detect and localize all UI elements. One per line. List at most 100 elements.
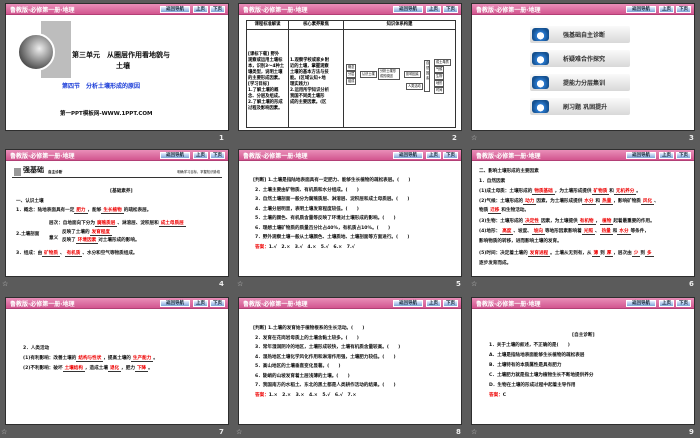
text: 、 xyxy=(654,199,659,204)
back-nav-button[interactable]: 返回导航 xyxy=(393,6,423,13)
animation-icon[interactable]: ☆ xyxy=(471,280,477,288)
next-page-button[interactable]: 下页 xyxy=(676,6,691,13)
animation-icon[interactable]: ☆ xyxy=(237,280,243,288)
next-page-button[interactable]: 下页 xyxy=(210,6,225,13)
prev-page-button[interactable]: 上页 xyxy=(193,300,208,307)
table-header: 核心素养聚焦 xyxy=(288,20,344,30)
prev-page-button[interactable]: 上页 xyxy=(426,6,441,13)
slide-header-bar: 鲁教版·必修第一册·地理 返回导航 上页 下页 xyxy=(6,150,228,161)
next-page-button[interactable]: 下页 xyxy=(443,152,458,159)
next-page-button[interactable]: 下页 xyxy=(210,300,225,307)
menu-item-2[interactable]: 析疑难合作探究 xyxy=(530,50,630,67)
text-line: 1．概念：陆地表面具有一定 肥力 ，能够 生长植物 的疏松表层。 xyxy=(16,208,152,214)
header-title: 鲁教版·必修第一册·地理 xyxy=(10,301,75,308)
back-nav-button[interactable]: 返回导航 xyxy=(160,152,190,159)
slide-thumbnail-6[interactable]: 鲁教版·必修第一册·地理 返回导航 上页 下页 二、影响土壤形成的主要因素 1．自… xyxy=(471,149,695,277)
text-line: 2.土壤剖面 xyxy=(16,232,40,237)
heading: [自主诊断] xyxy=(572,333,595,338)
next-page-button[interactable]: 下页 xyxy=(676,300,691,307)
road-photo-image xyxy=(17,33,55,71)
slide-thumbnail-9[interactable]: 鲁教版·必修第一册·地理 返回导航 上页 下页 [自主诊断] 1．关于土壤的叙述，… xyxy=(471,297,695,425)
back-nav-button[interactable]: 返回导航 xyxy=(393,300,423,307)
text: 、坡度、 xyxy=(513,229,532,234)
diagram-box: 时间 xyxy=(434,87,445,94)
judgement-item: 6．陡峭的山坡发育着土层浅薄的土壤。( ) xyxy=(255,373,350,379)
slide-thumbnail-2[interactable]: 鲁教版·必修第一册·地理 返回导航 上页 下页 课程标准解读 核心素养聚焦 知识体系… xyxy=(238,3,462,131)
next-page-button[interactable]: 下页 xyxy=(443,300,458,307)
judgement-item: 2．土壤主要由矿物质、有机质和水分组成。( ) xyxy=(255,187,359,193)
text: 。土壤从无到有，从 xyxy=(550,251,592,256)
slide-thumbnail-1[interactable]: 鲁教版·必修第一册·地理 返回导航 上页 下页 第三单元 从圈层作用看地貌与 土… xyxy=(5,3,229,131)
text: 等地形因素影响着 xyxy=(544,229,582,234)
slide-thumbnail-3[interactable]: 鲁教版·必修第一册·地理 返回导航 上页 下页 强基础自主诊断 析疑难合作探究 提能… xyxy=(471,3,695,131)
slide-number: 8 xyxy=(456,428,461,436)
prev-page-button[interactable]: 上页 xyxy=(426,300,441,307)
animation-icon[interactable]: ☆ xyxy=(236,428,242,436)
diagram-box: 人类活动 xyxy=(406,83,423,90)
answer-blank: 薄 xyxy=(591,251,601,257)
back-nav-button[interactable]: 返回导航 xyxy=(626,300,656,307)
animation-icon[interactable]: ☆ xyxy=(471,134,477,142)
text-line: 意义 xyxy=(49,236,59,241)
slide-thumbnail-4[interactable]: 鲁教版·必修第一册·地理 返回导航 上页 下页 强基础 自主诊断 明确学习目标，… xyxy=(5,149,229,277)
answer-line: 答案：1.√ 2.× 3.√ 4.× 5.√ 6.× 7.√ xyxy=(255,244,355,252)
text-line: 物质 迁移 和生物活动。 xyxy=(479,207,529,215)
section-title: 第四节 分析土壤形成的原因 xyxy=(62,83,141,90)
answer-blank: 矿物质 xyxy=(591,189,610,195)
answer-value: 1.√ 2.× 3.√ 4.× 5.√ 6.× 7.√ xyxy=(268,244,355,250)
animation-icon[interactable]: ☆ xyxy=(2,280,8,288)
text-line: (3)生物：土壤形成的 决定性 因素，为土壤提供 有机物，植物 起着最重要的作用。 xyxy=(479,218,655,226)
menu-item-4[interactable]: 刷习题 巩固提升 xyxy=(530,98,630,115)
text-line: 成的主要因素。(区 xyxy=(290,100,327,105)
menu-item-1[interactable]: 强基础自主诊断 xyxy=(530,26,630,43)
subheading: 一、认识土壤 xyxy=(16,199,44,204)
text-line: 反映了土壤的 发育程度 xyxy=(62,230,112,236)
menu-label: 强基础自主诊断 xyxy=(563,32,606,39)
prev-page-button[interactable]: 上页 xyxy=(193,152,208,159)
back-nav-button[interactable]: 返回导航 xyxy=(626,6,656,13)
text: (2)不利影响：破坏 xyxy=(23,366,63,371)
banner-subtitle: 自主诊断 xyxy=(48,170,63,174)
prev-page-button[interactable]: 上页 xyxy=(659,152,674,159)
slide-thumbnail-5[interactable]: 鲁教版·必修第一册·地理 返回导航 上页 下页 [判断] 1.土壤是指陆地表面具… xyxy=(238,149,462,277)
prev-page-button[interactable]: 上页 xyxy=(193,6,208,13)
prev-page-button[interactable]: 上页 xyxy=(659,6,674,13)
answer-blank: 坡向 xyxy=(531,229,545,235)
answer-blank: 光照 xyxy=(581,229,595,235)
slide-thumbnail-7[interactable]: 鲁教版·必修第一册·地理 返回导航 上页 下页 2．人类活动 (1)有利影响：改善… xyxy=(5,297,229,425)
slide-header-bar: 鲁教版·必修第一册·地理 返回导航 上页 下页 xyxy=(472,150,694,161)
text: 起着最重要的作用。 xyxy=(613,219,655,224)
header-title: 鲁教版·必修第一册·地理 xyxy=(476,301,541,308)
text: 物质 xyxy=(479,208,489,213)
text-line: 影响物质的转移，进而影响土壤的发育。 xyxy=(479,239,562,244)
answer-blank: 热量 xyxy=(599,229,613,235)
judgement-item: 4．湿热地区土壤化学风化作用和淋溶作用强，土壤肥力较低。( ) xyxy=(255,354,396,360)
prev-page-button[interactable]: 上页 xyxy=(659,300,674,307)
menu-label: 析疑难合作探究 xyxy=(563,56,606,63)
next-page-button[interactable]: 下页 xyxy=(210,152,225,159)
text: ，造成土壤 xyxy=(84,366,108,371)
text: (3)生物：土壤形成的 xyxy=(479,219,524,224)
answer-blank: 发育进程 xyxy=(527,251,551,257)
menu-item-3[interactable]: 提能力分层集训 xyxy=(530,74,630,91)
next-page-button[interactable]: 下页 xyxy=(443,6,458,13)
text: 因素，为土壤形成提供 xyxy=(536,199,583,204)
back-nav-button[interactable]: 返回导航 xyxy=(160,300,190,307)
text: 和生物活动。 xyxy=(501,208,529,213)
answer-blank: 结构与性状 xyxy=(76,356,104,362)
judgement-item: 3．自然土壤剖面一般分为腐殖质层、淋溶层、淀积层和成土母质层。( ) xyxy=(255,197,410,202)
slide-thumbnail-8[interactable]: 鲁教版·必修第一册·地理 返回导航 上页 下页 [判断] 1.土壤的发育始于植物… xyxy=(238,297,462,425)
answer-blank: 下降 xyxy=(134,366,149,372)
slide-header-bar: 鲁教版·必修第一册·地理 返回导航 上页 下页 xyxy=(6,298,228,309)
back-nav-button[interactable]: 返回导航 xyxy=(160,6,190,13)
judgement-item: 2．发育在花岗岩母质上的土壤含黏土较多。( ) xyxy=(255,335,359,341)
animation-icon[interactable]: ☆ xyxy=(471,428,477,436)
diagram-box: 生物 xyxy=(434,73,445,80)
answer-blank: 物质基础 xyxy=(532,189,555,195)
back-nav-button[interactable]: 返回导航 xyxy=(393,152,423,159)
back-nav-button[interactable]: 返回导航 xyxy=(626,152,656,159)
text: ，为土壤形成提供 xyxy=(554,189,592,194)
animation-icon[interactable]: ☆ xyxy=(1,428,7,436)
prev-page-button[interactable]: 上页 xyxy=(426,152,441,159)
next-page-button[interactable]: 下页 xyxy=(676,152,691,159)
